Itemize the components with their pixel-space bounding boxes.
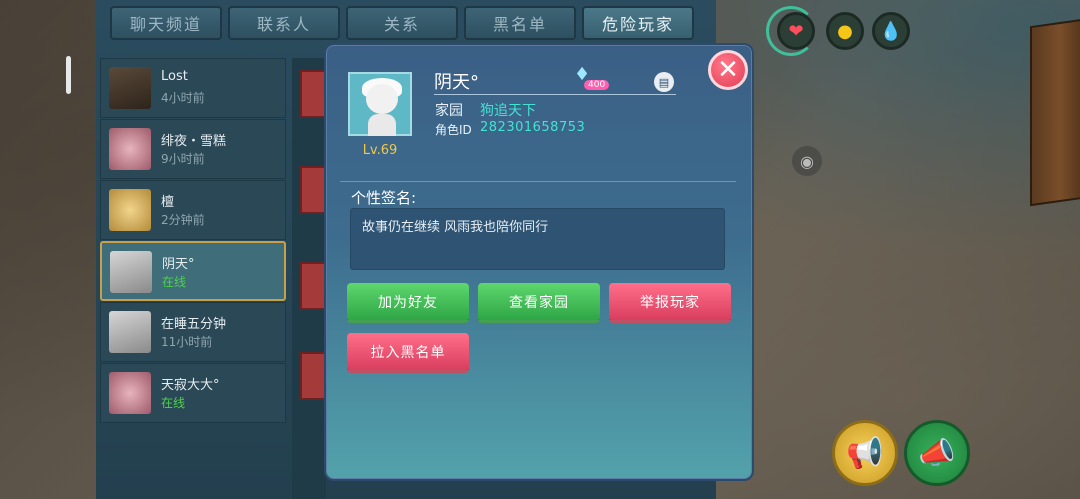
avatar bbox=[109, 189, 151, 231]
home-label: 家园 bbox=[435, 103, 463, 119]
drawer-handle[interactable] bbox=[66, 56, 71, 94]
avatar bbox=[109, 372, 151, 414]
player-id-label: 角色ID bbox=[435, 123, 472, 137]
gift-count-badge: 400 bbox=[584, 80, 610, 90]
avatar bbox=[110, 251, 152, 293]
player-id-value: 282301658753 bbox=[480, 120, 586, 135]
friend-name: 阴天° bbox=[162, 257, 195, 272]
heart-icon: ❤ bbox=[777, 12, 815, 50]
voice-chat-icon[interactable]: 📣 bbox=[904, 420, 970, 486]
eye-icon[interactable]: ◉ bbox=[792, 146, 822, 176]
wooden-crate bbox=[1030, 17, 1080, 207]
megaphone-icon[interactable]: 📢 bbox=[832, 420, 898, 486]
tab-dangerous-players[interactable]: 危险玩家 bbox=[582, 6, 694, 40]
friend-status: 2分钟前 bbox=[161, 213, 205, 227]
hunger-icon: ● bbox=[826, 12, 864, 50]
player-level: Lv.69 bbox=[362, 143, 398, 158]
copy-icon[interactable]: ▤ bbox=[654, 72, 674, 92]
divider bbox=[340, 181, 736, 182]
tab-relations[interactable]: 关系 bbox=[346, 6, 458, 40]
list-item[interactable]: 绯夜・雪糕 9小时前 bbox=[100, 119, 286, 179]
add-to-blacklist-button[interactable]: 拉入黑名单 bbox=[347, 333, 469, 373]
tab-blacklist[interactable]: 黑名单 bbox=[464, 6, 576, 40]
signature-title: 个性签名: bbox=[351, 189, 417, 207]
name-underline bbox=[434, 94, 676, 95]
signature-box: 故事仍在继续 风雨我也陪你同行 bbox=[350, 208, 725, 270]
close-button[interactable]: ✕ bbox=[708, 50, 748, 90]
friend-status: 11小时前 bbox=[161, 335, 213, 349]
friend-list: Lost 4小时前 绯夜・雪糕 9小时前 檀 2分钟前 阴天° 在线 在睡五分钟… bbox=[100, 58, 286, 499]
friend-name: 檀 bbox=[161, 195, 175, 210]
tab-chat-channel[interactable]: 聊天频道 bbox=[110, 6, 222, 40]
list-item[interactable]: 在睡五分钟 11小时前 bbox=[100, 302, 286, 362]
list-item[interactable]: 天寂大大° 在线 bbox=[100, 363, 286, 423]
home-value: 狗追天下 bbox=[480, 103, 536, 119]
list-item-selected[interactable]: 阴天° 在线 bbox=[100, 241, 286, 301]
friend-status: 在线 bbox=[162, 275, 187, 289]
player-name: 阴天° bbox=[434, 72, 479, 93]
view-home-button[interactable]: 查看家园 bbox=[478, 283, 600, 323]
list-item[interactable]: 檀 2分钟前 bbox=[100, 180, 286, 240]
friend-name: 天寂大大° bbox=[161, 378, 220, 393]
avatar bbox=[109, 67, 151, 109]
friend-name: 绯夜・雪糕 bbox=[161, 134, 227, 149]
add-friend-button[interactable]: 加为好友 bbox=[347, 283, 469, 323]
avatar bbox=[109, 128, 151, 170]
friend-status: 9小时前 bbox=[161, 152, 205, 166]
friend-status: 4小时前 bbox=[161, 91, 205, 105]
friend-status: 在线 bbox=[161, 396, 186, 410]
avatar bbox=[348, 72, 412, 136]
social-tabs: 聊天频道 联系人 关系 黑名单 危险玩家 bbox=[110, 6, 694, 42]
tab-contacts[interactable]: 联系人 bbox=[228, 6, 340, 40]
report-player-button[interactable]: 举报玩家 bbox=[609, 283, 731, 323]
water-drop-icon: 💧 bbox=[872, 12, 910, 50]
friend-name: Lost bbox=[161, 69, 188, 84]
friend-name: 在睡五分钟 bbox=[161, 317, 227, 332]
avatar bbox=[109, 311, 151, 353]
list-item[interactable]: Lost 4小时前 bbox=[100, 58, 286, 118]
